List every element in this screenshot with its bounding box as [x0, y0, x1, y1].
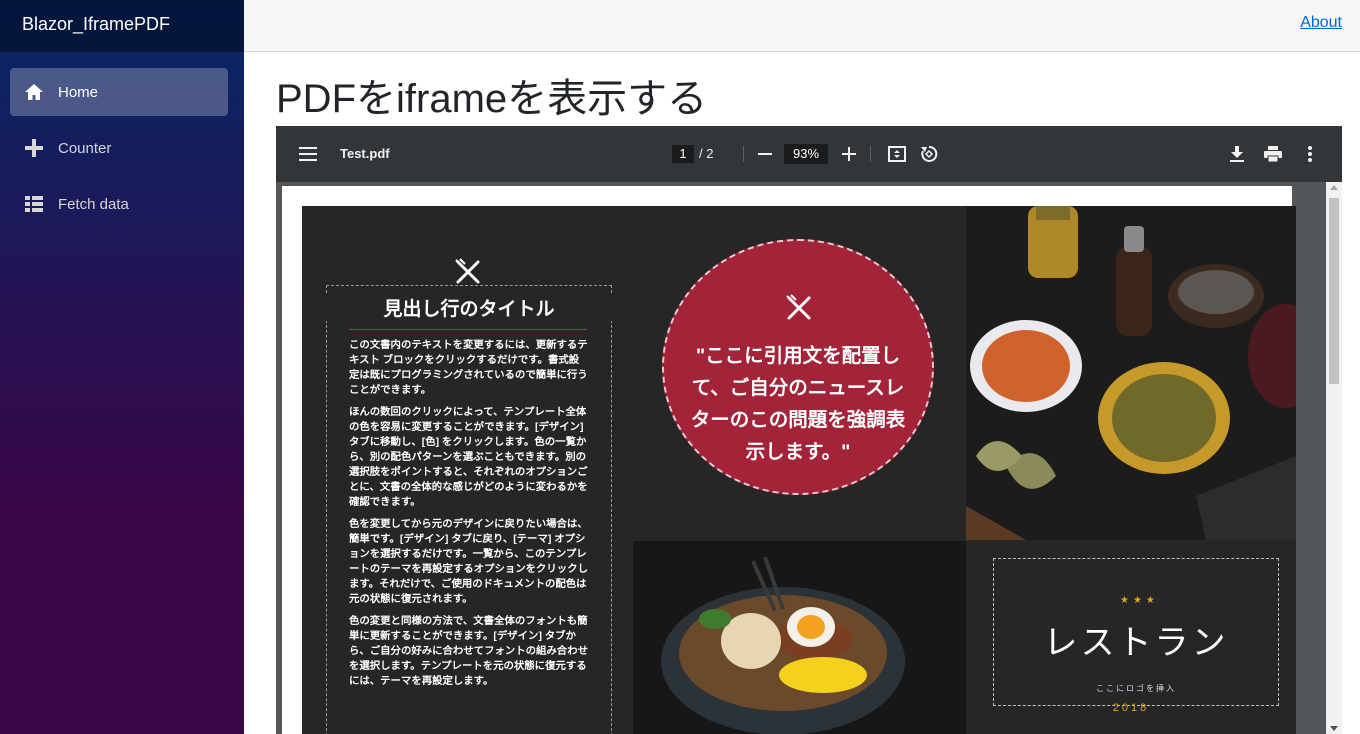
logo-cell: ★★★ レストラン ここにロゴを挿入 2018 — [966, 540, 1296, 734]
body-paragraph: 色を変更してから元のデザインに戻りたい場合は、簡単です。[デザイン] タブに戻り… — [349, 519, 588, 605]
utensils-icon — [454, 258, 482, 291]
sidebar-item-label: Home — [58, 83, 99, 101]
body-paragraph: ほんの数回のクリックによって、テンプレート全体の色を容易に変更することができます… — [349, 407, 588, 508]
body-paragraph: この文書内のテキストを変更するには、更新するテキスト ブロックをクリックするだけ… — [349, 340, 588, 396]
zoom-out-icon[interactable] — [756, 144, 774, 164]
stars-icon: ★★★ — [1120, 595, 1159, 606]
app-brand[interactable]: Blazor_IframePDF — [0, 0, 244, 52]
logo-frame: ★★★ レストラン ここにロゴを挿入 — [993, 558, 1279, 706]
newsletter-heading: 見出し行のタイトル — [326, 294, 612, 321]
pdf-page-area[interactable]: 見出し行のタイトル この文書内のテキストを変更するには、更新するテキスト ブロッ… — [276, 182, 1342, 734]
sidebar: Blazor_IframePDF Home Counter Fetch data — [0, 0, 244, 734]
about-link[interactable]: About — [1300, 14, 1342, 32]
toolbar-divider — [743, 146, 744, 162]
sidebar-item-label: Fetch data — [58, 195, 129, 213]
sidebar-item-home[interactable]: Home — [10, 68, 228, 116]
utensils-icon — [785, 294, 813, 327]
scroll-up-arrow-icon[interactable] — [1330, 185, 1338, 190]
zoom-in-icon[interactable] — [840, 144, 858, 164]
print-icon[interactable] — [1263, 144, 1283, 164]
toolbar-divider — [870, 146, 871, 162]
top-row: About — [244, 0, 1360, 52]
rotate-icon[interactable] — [919, 144, 939, 164]
list-icon — [10, 195, 58, 213]
menu-icon[interactable] — [298, 144, 318, 164]
pdf-iframe[interactable]: Test.pdf 1 / 2 93% 見出し行のタイトル この文書内のテキストを… — [276, 126, 1342, 734]
pdf-file-name: Test.pdf — [340, 146, 390, 161]
scroll-down-arrow-icon[interactable] — [1330, 726, 1338, 731]
sidebar-item-counter[interactable]: Counter — [10, 124, 228, 172]
pdf-toolbar: Test.pdf 1 / 2 93% — [276, 126, 1342, 182]
sidebar-item-fetch-data[interactable]: Fetch data — [10, 180, 228, 228]
nav-menu: Home Counter Fetch data — [0, 52, 244, 228]
plus-icon — [10, 138, 58, 158]
pull-quote: "ここに引用文を配置して、ご自分のニュースレターのこの問題を強調表示します。" — [690, 345, 906, 463]
restaurant-logo-text: レストラン — [1043, 624, 1229, 662]
home-icon — [10, 83, 58, 101]
page-title: PDFをiframeを表示する — [276, 77, 708, 121]
logo-year: 2018 — [1112, 702, 1150, 714]
zoom-level-input[interactable]: 93% — [784, 144, 828, 164]
pdf-page: 見出し行のタイトル この文書内のテキストを変更するには、更新するテキスト ブロッ… — [282, 186, 1296, 734]
newsletter-document: 見出し行のタイトル この文書内のテキストを変更するには、更新するテキスト ブロッ… — [302, 206, 1296, 734]
heading-rule — [349, 329, 587, 330]
page-number-input[interactable]: 1 — [672, 145, 694, 163]
scrollbar-thumb[interactable] — [1329, 198, 1339, 384]
newsletter-body: この文書内のテキストを変更するには、更新するテキスト ブロックをクリックするだけ… — [349, 338, 589, 696]
page-total: / 2 — [699, 146, 714, 161]
spices-photo — [966, 206, 1296, 540]
body-paragraph: 色の変更と同様の方法で、文書全体のフォントも簡単に更新することができます。[デザ… — [349, 616, 588, 687]
sidebar-item-label: Counter — [58, 139, 112, 157]
fit-to-page-icon[interactable] — [887, 144, 907, 164]
logo-placeholder-caption: ここにロゴを挿入 — [1096, 684, 1176, 693]
download-icon[interactable] — [1227, 144, 1247, 164]
more-options-icon[interactable] — [1300, 144, 1320, 164]
ramen-photo — [633, 541, 966, 734]
pdf-scrollbar[interactable] — [1326, 182, 1342, 734]
